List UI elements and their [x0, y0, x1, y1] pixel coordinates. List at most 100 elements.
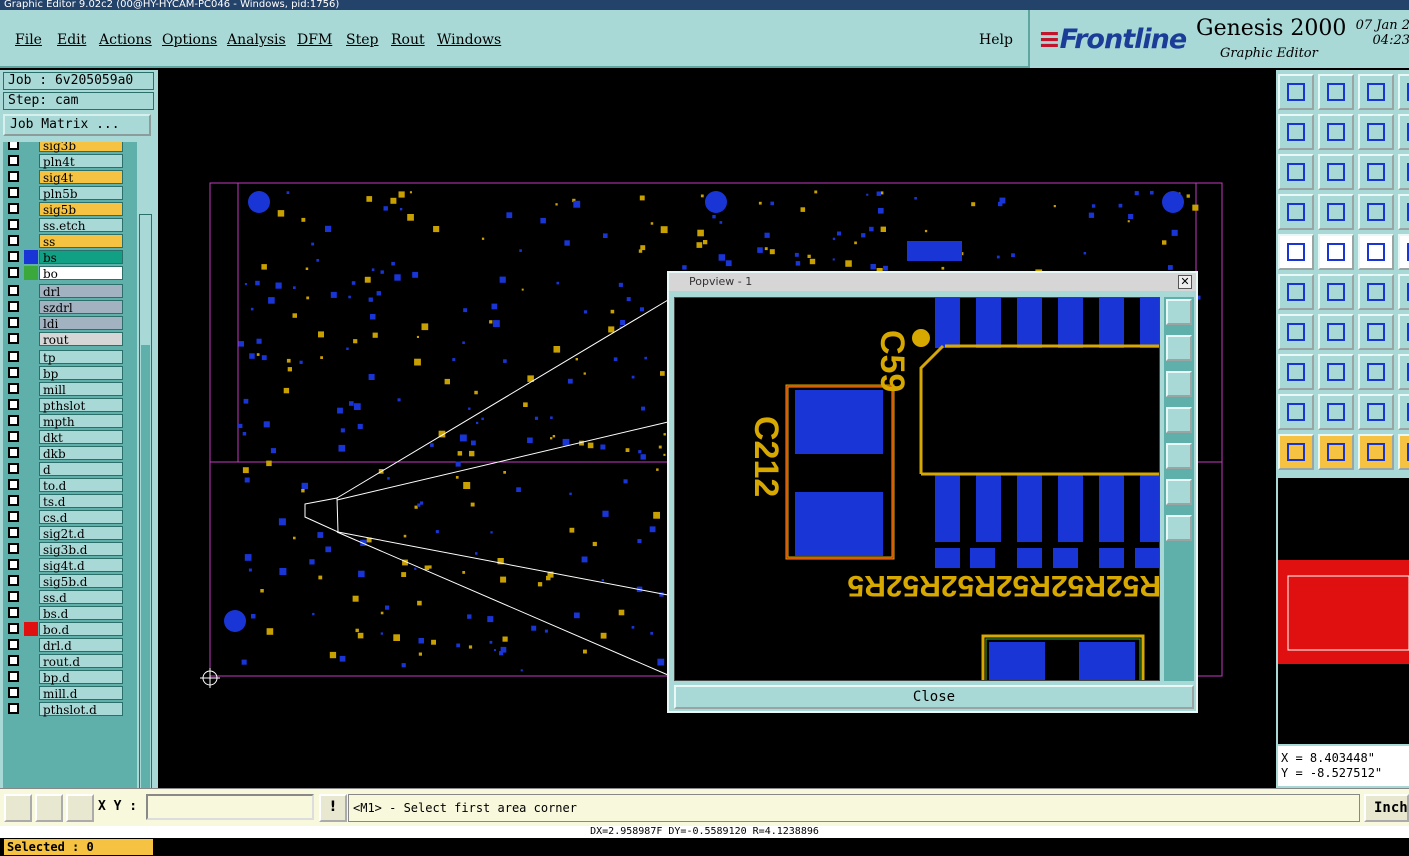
layer-checkbox[interactable]: [8, 203, 19, 214]
spread-icon[interactable]: [1358, 354, 1394, 390]
layer-checkbox[interactable]: [8, 142, 19, 150]
menu-options[interactable]: Options: [162, 32, 217, 48]
layer-checkbox[interactable]: [8, 367, 19, 378]
layer-row[interactable]: mill: [3, 382, 127, 397]
layer-color-swatch[interactable]: [24, 382, 38, 396]
layer-color-swatch[interactable]: [24, 284, 38, 298]
layer-name[interactable]: mpth: [39, 414, 123, 429]
layer-color-swatch[interactable]: [24, 316, 38, 330]
layer-row[interactable]: sig4t.d: [3, 558, 127, 573]
layer-name[interactable]: bo.d: [39, 622, 123, 637]
angle-icon[interactable]: [1278, 314, 1314, 350]
triangle3-icon[interactable]: [1358, 394, 1394, 430]
layer-color-swatch[interactable]: [24, 702, 38, 716]
menu-help[interactable]: Help: [979, 32, 1013, 48]
triangle2-icon[interactable]: [1318, 394, 1354, 430]
snap-icon[interactable]: [1358, 194, 1394, 230]
layer-name[interactable]: sig4t.d: [39, 558, 123, 573]
layer-row[interactable]: ss.d: [3, 590, 127, 605]
layer-row[interactable]: pthslot: [3, 398, 127, 413]
layer-checkbox[interactable]: [8, 219, 19, 230]
extra10-icon[interactable]: [1398, 434, 1409, 470]
popview-pan-left-icon[interactable]: [1166, 407, 1192, 433]
popview-zoom-in-icon[interactable]: [1166, 299, 1192, 325]
layer-scrollbar[interactable]: [139, 214, 152, 832]
layer-name[interactable]: sig5b.d: [39, 574, 123, 589]
layer-color-swatch[interactable]: [24, 300, 38, 314]
extra3-icon[interactable]: [1398, 154, 1409, 190]
layer-checkbox[interactable]: [8, 415, 19, 426]
pad-icon[interactable]: [1278, 234, 1314, 270]
layer-name[interactable]: ss.etch: [39, 218, 123, 233]
layer-checkbox[interactable]: [8, 431, 19, 442]
layer-color-swatch[interactable]: [24, 494, 38, 508]
layer-row[interactable]: d: [3, 462, 127, 477]
layer-name[interactable]: dkb: [39, 446, 123, 461]
layer-row[interactable]: bs.d: [3, 606, 127, 621]
layer-name[interactable]: sig2t.d: [39, 526, 123, 541]
layer-color-swatch[interactable]: [24, 510, 38, 524]
layer-color-swatch[interactable]: [24, 542, 38, 556]
layer-checkbox[interactable]: [8, 399, 19, 410]
layer-row[interactable]: sig2t.d: [3, 526, 127, 541]
layer-checkbox[interactable]: [8, 591, 19, 602]
layer-checkbox[interactable]: [8, 639, 19, 650]
layer-color-swatch[interactable]: [24, 526, 38, 540]
extra8-icon[interactable]: [1398, 354, 1409, 390]
layer-checkbox[interactable]: [8, 511, 19, 522]
layer-name[interactable]: drl: [39, 284, 123, 299]
layer-color-swatch[interactable]: [24, 202, 38, 216]
layer-color-swatch[interactable]: [24, 686, 38, 700]
layer-checkbox[interactable]: [8, 703, 19, 714]
layer-checkbox[interactable]: [8, 155, 19, 166]
layer-name[interactable]: d: [39, 462, 123, 477]
layer-color-swatch[interactable]: [24, 670, 38, 684]
layer-color-swatch[interactable]: [24, 638, 38, 652]
layer-row[interactable]: rout: [3, 332, 127, 347]
layer-name[interactable]: bp: [39, 366, 123, 381]
layer-row[interactable]: ss.etch: [3, 218, 127, 233]
pad-red-icon[interactable]: [1278, 354, 1314, 390]
layer-row[interactable]: tp: [3, 350, 127, 365]
layer-row[interactable]: pthslot.d: [3, 702, 127, 717]
layer-row[interactable]: dkt: [3, 430, 127, 445]
layer-row[interactable]: sig4t: [3, 170, 127, 185]
save-icon[interactable]: [1318, 74, 1354, 110]
layer-checkbox[interactable]: [8, 495, 19, 506]
layer-checkbox[interactable]: [8, 351, 19, 362]
layer-name[interactable]: pthslot: [39, 398, 123, 413]
layer-name[interactable]: szdrl: [39, 300, 123, 315]
layer-row[interactable]: bp: [3, 366, 127, 381]
net-icon[interactable]: [1278, 274, 1314, 310]
layer-checkbox[interactable]: [8, 267, 19, 278]
units-button[interactable]: Inch: [1364, 794, 1409, 822]
layer-row[interactable]: drl.d: [3, 638, 127, 653]
layer-color-swatch[interactable]: [24, 574, 38, 588]
home-icon[interactable]: [1278, 74, 1314, 110]
menu-actions[interactable]: Actions: [99, 32, 152, 48]
layer-checkbox[interactable]: [8, 623, 19, 634]
menu-windows[interactable]: Windows: [437, 32, 501, 48]
job-matrix-button[interactable]: Job Matrix ...: [3, 114, 151, 136]
layer-color-swatch[interactable]: [24, 622, 38, 636]
layer-color-swatch[interactable]: [24, 170, 38, 184]
layer-checkbox[interactable]: [8, 317, 19, 328]
layer-row[interactable]: pln4t: [3, 154, 127, 169]
popview-pan-right-icon[interactable]: [1166, 443, 1192, 469]
layer-name[interactable]: mill: [39, 382, 123, 397]
menu-analysis[interactable]: Analysis: [227, 32, 286, 48]
layer-name[interactable]: ss: [39, 234, 123, 249]
layer-checkbox[interactable]: [8, 575, 19, 586]
popview-title[interactable]: Popview - 1: [669, 273, 1196, 291]
popview-zoom-out-icon[interactable]: [1166, 515, 1192, 541]
popview-pan-down-icon[interactable]: [1166, 371, 1192, 397]
layer-checkbox[interactable]: [8, 463, 19, 474]
layer-color-swatch[interactable]: [24, 332, 38, 346]
layer-checkbox[interactable]: [8, 171, 19, 182]
layer-name[interactable]: ss.d: [39, 590, 123, 605]
layer-row[interactable]: pln5b: [3, 186, 127, 201]
layer-checkbox[interactable]: [8, 383, 19, 394]
layer-checkbox[interactable]: [8, 235, 19, 246]
layer-checkbox[interactable]: [8, 543, 19, 554]
extra9-icon[interactable]: [1398, 394, 1409, 430]
